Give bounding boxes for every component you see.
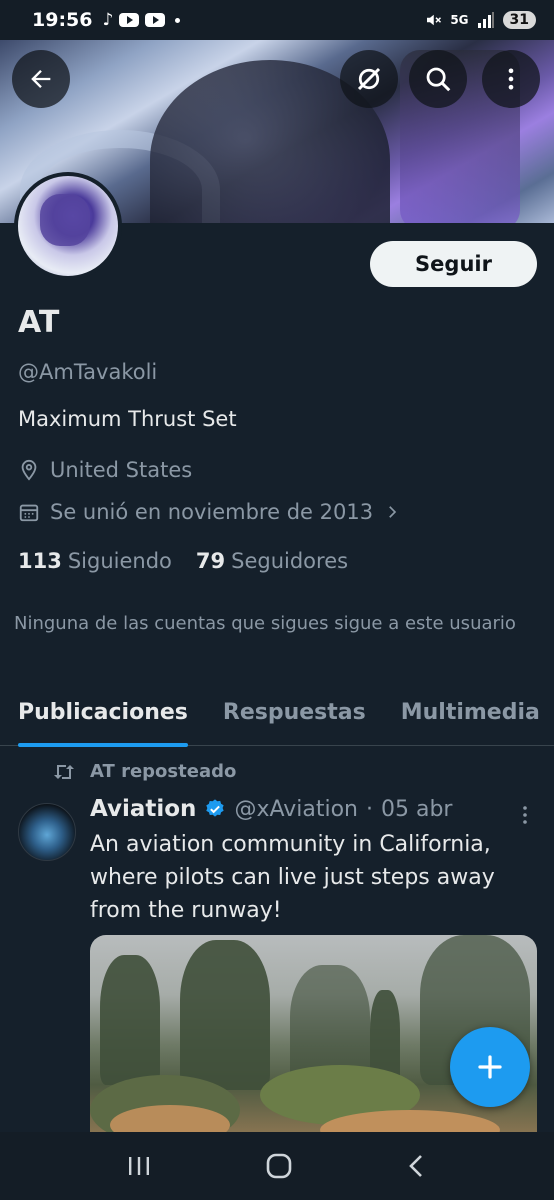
more-options-button[interactable] <box>482 50 540 108</box>
more-vertical-icon <box>508 68 514 90</box>
battery-level: 31 <box>502 11 536 29</box>
repost-icon <box>54 764 74 779</box>
system-navigation-bar <box>0 1132 554 1200</box>
profile-tabs: Publicaciones Respuestas Multimedia <box>0 688 554 747</box>
followers-you-know-note: Ninguna de las cuentas que sigues sigue … <box>14 613 516 634</box>
mute-icon <box>427 14 442 26</box>
location-text: United States <box>50 458 193 482</box>
profile-bio: Maximum Thrust Set <box>18 407 237 431</box>
tab-replies[interactable]: Respuestas <box>223 688 366 746</box>
post-header: Aviation @xAviation · 05 abr <box>90 796 452 822</box>
back-button[interactable] <box>12 50 70 108</box>
repost-indicator: AT reposteado <box>52 761 236 782</box>
followers-label: Seguidores <box>231 549 349 573</box>
back-nav-icon[interactable] <box>406 1153 428 1179</box>
tab-posts[interactable]: Publicaciones <box>18 688 188 747</box>
search-button[interactable] <box>409 50 467 108</box>
notification-icons: ♪ <box>102 10 181 30</box>
profile-location: United States <box>18 458 192 482</box>
post-date: 05 abr <box>380 796 453 822</box>
follow-button[interactable]: Seguir <box>370 241 537 287</box>
location-pin-icon <box>21 459 37 481</box>
followers-count: 79 <box>195 549 226 573</box>
arrow-left-icon <box>31 70 51 88</box>
grok-icon <box>357 67 381 91</box>
youtube-icon <box>119 13 140 27</box>
search-icon <box>426 67 451 92</box>
profile-avatar[interactable] <box>14 172 122 280</box>
repost-label: AT reposteado <box>90 761 237 782</box>
post-text: An aviation community in California, whe… <box>90 832 495 923</box>
followers-link[interactable]: 79 Seguidores <box>196 549 348 573</box>
post-author-avatar[interactable] <box>18 803 76 861</box>
system-icons: 5G 31 <box>424 11 536 29</box>
post-more-button[interactable] <box>516 804 534 830</box>
following-link[interactable]: 113 Siguiendo <box>18 549 172 573</box>
youtube-icon <box>145 13 166 27</box>
more-vertical-icon <box>523 806 527 824</box>
recent-apps-icon[interactable] <box>126 1154 152 1178</box>
compose-post-button[interactable] <box>450 1027 530 1107</box>
grok-button[interactable] <box>340 50 398 108</box>
tiktok-icon: ♪ <box>102 10 114 30</box>
post-author-name[interactable]: Aviation <box>90 796 196 822</box>
network-type: 5G <box>450 13 469 27</box>
joined-text: Se unió en noviembre de 2013 <box>50 500 374 524</box>
profile-handle: @AmTavakoli <box>18 360 158 384</box>
tab-media[interactable]: Multimedia <box>401 688 540 746</box>
home-icon[interactable] <box>265 1152 293 1180</box>
calendar-icon <box>19 504 39 522</box>
status-bar: 19:56 ♪ 5G 31 <box>0 0 554 40</box>
signal-icon <box>477 12 494 28</box>
status-time: 19:56 <box>32 9 93 31</box>
following-label: Siguiendo <box>67 549 172 573</box>
post-author-handle: @xAviation <box>234 796 358 822</box>
plus-icon <box>478 1055 502 1079</box>
post-separator: · <box>365 796 373 822</box>
profile-stats: 113 Siguiendo 79 Seguidores <box>18 549 348 573</box>
avatar-figure <box>40 194 90 246</box>
profile-joined-date[interactable]: Se unió en noviembre de 2013 <box>18 500 401 524</box>
profile-display-name: AT <box>18 305 60 340</box>
media-tree <box>180 940 270 1090</box>
more-notifications-icon <box>175 17 181 23</box>
chevron-right-icon <box>389 506 397 518</box>
verified-badge-icon <box>206 799 225 817</box>
media-tree <box>100 955 160 1085</box>
following-count: 113 <box>18 549 62 573</box>
